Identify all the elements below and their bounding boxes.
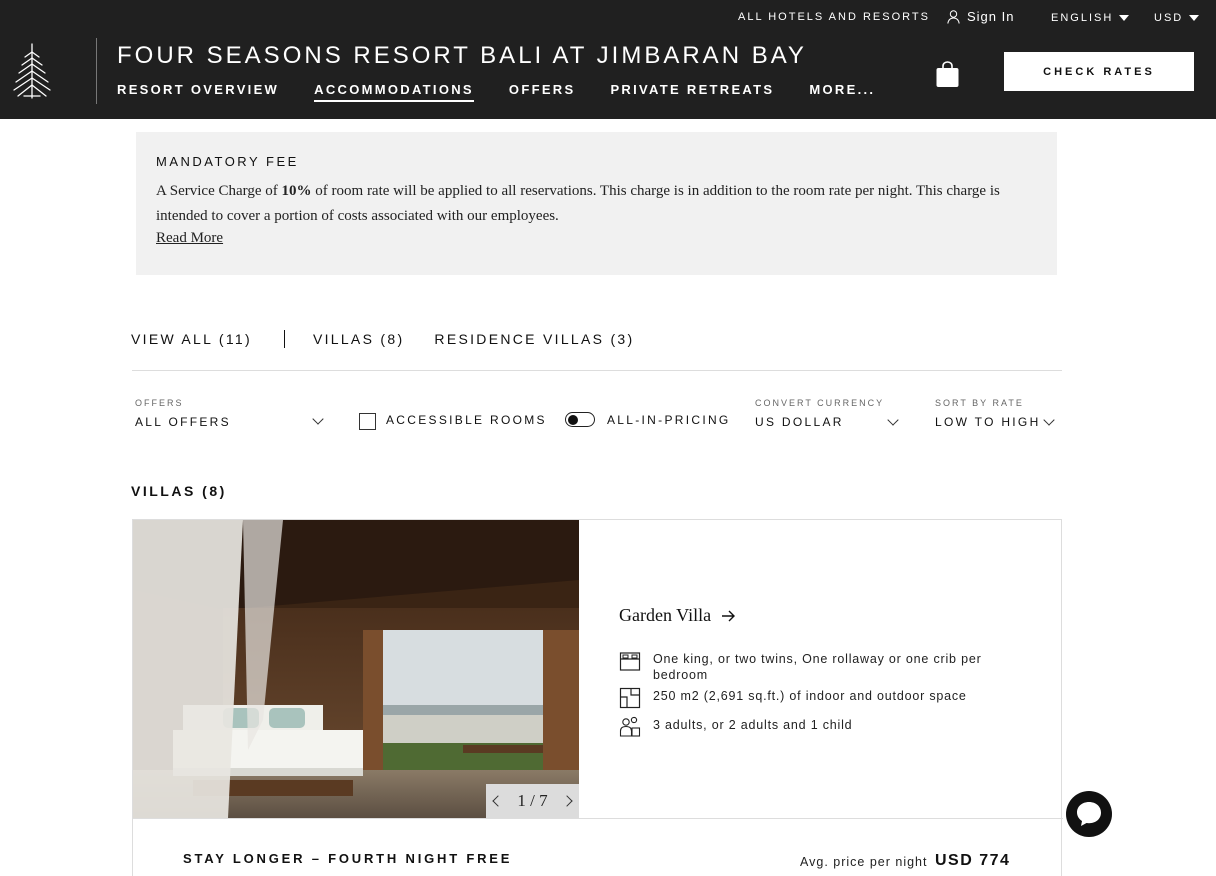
- offers-filter-label: OFFERS: [135, 398, 184, 408]
- user-icon: [947, 9, 960, 24]
- language-value: ENGLISH: [1051, 12, 1114, 24]
- offer-name[interactable]: STAY LONGER – FOURTH NIGHT FREE: [183, 851, 512, 866]
- four-seasons-tree-logo[interactable]: [10, 42, 54, 100]
- read-more-link[interactable]: Read More: [156, 230, 223, 247]
- guests-icon: [619, 716, 641, 737]
- check-rates-button[interactable]: CHECK RATES: [1004, 52, 1194, 91]
- currency-filter-value: US DOLLAR: [755, 415, 844, 429]
- main-nav: RESORT OVERVIEW ACCOMMODATIONS OFFERS PR…: [117, 82, 910, 102]
- fee-title: MANDATORY FEE: [156, 154, 299, 169]
- avg-price-label: Avg. price per night: [800, 855, 928, 869]
- fee-percent: 10%: [281, 183, 312, 199]
- nav-private-retreats[interactable]: PRIVATE RETREATS: [610, 82, 774, 102]
- sort-filter-label: SORT BY RATE: [935, 398, 1024, 408]
- accessible-rooms-label[interactable]: ACCESSIBLE ROOMS: [386, 413, 547, 427]
- gallery-controls: 1 / 7: [486, 784, 579, 818]
- gallery-counter: 1 / 7: [517, 791, 548, 810]
- currency-filter-label: CONVERT CURRENCY: [755, 398, 885, 408]
- chevron-down-icon: [1043, 414, 1055, 426]
- nav-resort-overview[interactable]: RESORT OVERVIEW: [117, 82, 279, 102]
- fee-description: A Service Charge of 10% of room rate wil…: [156, 179, 1036, 229]
- avg-price: USD 774: [935, 852, 1011, 869]
- nav-offers[interactable]: OFFERS: [509, 82, 576, 102]
- tab-villas[interactable]: VILLAS (8): [313, 331, 404, 347]
- toggle-knob: [568, 414, 578, 425]
- room-size: 250 m2 (2,691 sq.ft.) of indoor and outd…: [653, 689, 967, 703]
- currency-select[interactable]: USD: [1154, 12, 1200, 24]
- all-hotels-link[interactable]: ALL HOTELS AND RESORTS: [738, 11, 930, 23]
- resort-title[interactable]: FOUR SEASONS RESORT BALI AT JIMBARAN BAY: [117, 42, 807, 70]
- nav-accommodations[interactable]: ACCOMMODATIONS: [314, 82, 474, 102]
- occupancy: 3 adults, or 2 adults and 1 child: [653, 718, 853, 732]
- sign-in-link[interactable]: Sign In: [947, 9, 1014, 24]
- bed-icon: [619, 652, 641, 671]
- chevron-down-icon: [312, 413, 324, 425]
- caret-down-icon: [1189, 15, 1200, 21]
- size-feature: 250 m2 (2,691 sq.ft.) of indoor and outd…: [619, 687, 993, 709]
- sort-by-rate-select[interactable]: LOW TO HIGH: [935, 414, 1059, 430]
- bed-feature: One king, or two twins, One rollaway or …: [619, 650, 993, 683]
- floor-plan-icon: [619, 687, 641, 709]
- offers-select[interactable]: ALL OFFERS: [135, 413, 325, 430]
- nav-more[interactable]: MORE...: [809, 82, 875, 102]
- room-category-tabs: VIEW ALL (11) VILLAS (8) RESIDENCE VILLA…: [131, 330, 634, 348]
- divider: [133, 818, 1063, 819]
- mandatory-fee-panel: MANDATORY FEE A Service Charge of 10% of…: [136, 132, 1057, 275]
- section-heading: VILLAS (8): [131, 483, 227, 499]
- site-header: ALL HOTELS AND RESORTS Sign In ENGLISH U…: [0, 0, 1216, 119]
- chevron-down-icon: [887, 414, 899, 426]
- sign-in-label: Sign In: [967, 9, 1015, 24]
- divider: [132, 370, 1062, 371]
- room-photo[interactable]: [133, 520, 579, 818]
- tab-residence-villas[interactable]: RESIDENCE VILLAS (3): [434, 331, 634, 347]
- offers-value: ALL OFFERS: [135, 415, 231, 429]
- room-card: 1 / 7 Garden Villa One king, or two twin…: [132, 519, 1063, 876]
- tab-separator: [283, 330, 285, 348]
- garden-villa-bedroom-image: [133, 520, 579, 818]
- chat-icon: [1077, 802, 1101, 826]
- sort-value: LOW TO HIGH: [935, 415, 1041, 429]
- currency-value: USD: [1154, 12, 1184, 24]
- room-title-link[interactable]: Garden Villa: [619, 605, 736, 626]
- room-name: Garden Villa: [619, 605, 712, 625]
- fee-text-start: A Service Charge of: [156, 183, 282, 199]
- chat-button[interactable]: [1066, 791, 1112, 837]
- language-select[interactable]: ENGLISH: [1051, 12, 1130, 24]
- arrow-right-icon: [722, 610, 736, 621]
- chevron-right-icon[interactable]: [561, 795, 573, 807]
- convert-currency-select[interactable]: US DOLLAR: [755, 414, 901, 430]
- chevron-left-icon[interactable]: [492, 795, 504, 807]
- bed-configuration: One king, or two twins, One rollaway or …: [653, 652, 982, 682]
- all-in-pricing-toggle[interactable]: [565, 412, 595, 427]
- occupancy-feature: 3 adults, or 2 adults and 1 child: [619, 716, 993, 738]
- accessible-rooms-checkbox[interactable]: [359, 413, 376, 430]
- logo-divider: [96, 38, 97, 104]
- tab-view-all[interactable]: VIEW ALL (11): [131, 331, 252, 347]
- all-in-pricing-label[interactable]: ALL-IN-PRICING: [607, 413, 731, 427]
- caret-down-icon: [1119, 15, 1130, 21]
- shopping-bag-icon[interactable]: [935, 60, 960, 88]
